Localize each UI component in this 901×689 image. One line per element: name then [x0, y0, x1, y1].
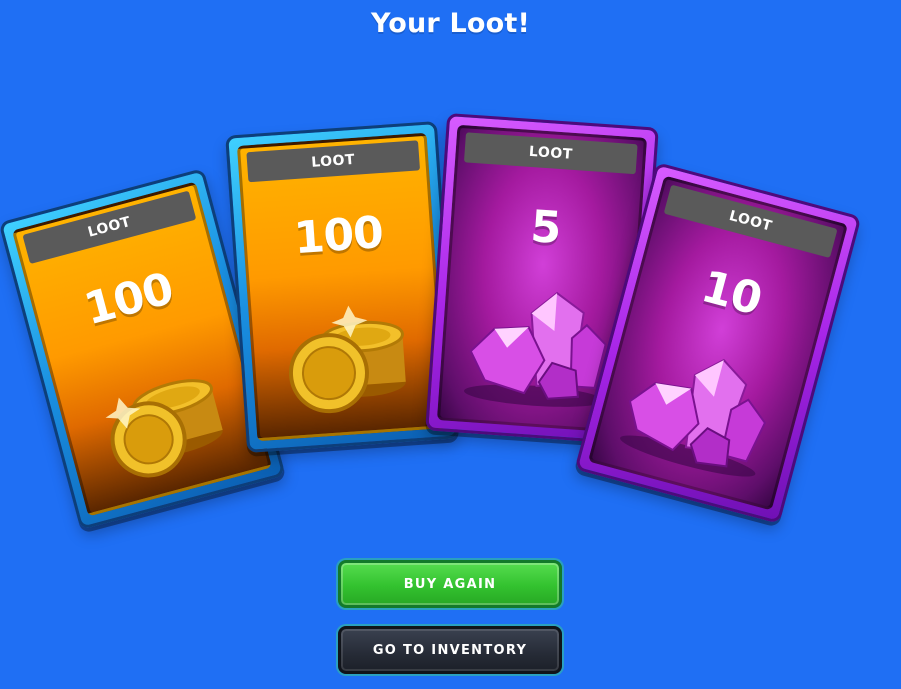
card-face: LOOT 100	[236, 132, 448, 442]
loot-tag: LOOT	[663, 184, 838, 259]
loot-card-2[interactable]: LOOT 100	[225, 120, 459, 454]
loot-tag: LOOT	[22, 190, 197, 265]
go-to-inventory-button[interactable]: GO TO INVENTORY	[338, 626, 562, 674]
loot-tag: LOOT	[463, 132, 638, 175]
gold-coins-icon	[249, 262, 443, 424]
buy-again-button[interactable]: BUY AGAIN	[338, 560, 562, 608]
loot-tag: LOOT	[246, 140, 421, 183]
loot-amount: 100	[292, 207, 385, 265]
loot-amount: 5	[529, 201, 563, 255]
loot-cards: LOOT 100 LOOT 100 LOOT 5 LOOT 10	[0, 0, 901, 540]
